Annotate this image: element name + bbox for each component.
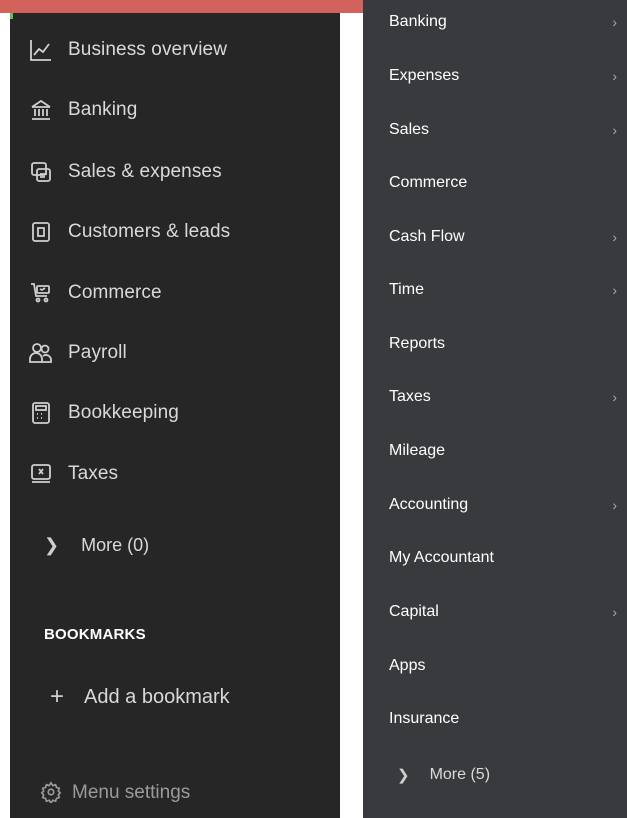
chevron-right-icon: › xyxy=(612,122,617,138)
chevron-right-icon: › xyxy=(612,68,617,84)
people-icon xyxy=(28,340,54,366)
menu-settings-button[interactable]: Menu settings xyxy=(40,778,190,808)
chevron-right-icon: › xyxy=(612,389,617,405)
contact-card-icon xyxy=(28,219,54,245)
sub-nav-label: Reports xyxy=(389,335,446,352)
sub-nav-label: Cash Flow xyxy=(389,228,465,245)
nav-item-sales-expenses[interactable]: Sales & expenses xyxy=(28,152,328,192)
sub-nav-item-insurance[interactable]: Insurance xyxy=(389,706,619,732)
sub-nav-label: Apps xyxy=(389,657,426,674)
tax-document-icon xyxy=(28,461,54,487)
sub-nav-label: Time xyxy=(389,281,424,298)
nav-item-label: Payroll xyxy=(68,342,127,363)
sub-nav-item-sales[interactable]: Sales › xyxy=(389,117,619,143)
sub-nav-item-taxes[interactable]: Taxes › xyxy=(389,384,619,410)
sub-nav-label: Commerce xyxy=(389,174,468,191)
shopping-cart-icon xyxy=(28,280,54,306)
gear-icon xyxy=(40,781,64,805)
sub-nav-item-reports[interactable]: Reports xyxy=(389,331,619,357)
nav-item-label: Bookkeeping xyxy=(68,402,179,423)
nav-item-customers-leads[interactable]: Customers & leads xyxy=(28,212,328,252)
chevron-right-icon: › xyxy=(612,604,617,620)
sub-nav-label: Sales xyxy=(389,121,430,138)
nav-item-payroll[interactable]: Payroll xyxy=(28,333,328,373)
sub-nav-more-button[interactable]: ❯ More (5) xyxy=(397,762,490,788)
chevron-right-icon: › xyxy=(612,229,617,245)
chevron-right-icon: › xyxy=(612,14,617,30)
sub-nav-label: Taxes xyxy=(389,388,431,405)
nav-item-banking[interactable]: Banking xyxy=(28,90,328,130)
nav-item-label: Commerce xyxy=(68,282,162,303)
sub-nav-item-mileage[interactable]: Mileage xyxy=(389,438,619,464)
bookmarks-heading: BOOKMARKS xyxy=(44,626,146,643)
nav-item-bookkeeping[interactable]: Bookkeeping xyxy=(28,393,328,433)
sub-nav-label: Mileage xyxy=(389,442,446,459)
sub-nav-item-my-accountant[interactable]: My Accountant xyxy=(389,545,619,571)
nav-item-taxes[interactable]: Taxes xyxy=(28,454,328,494)
sub-nav-item-banking[interactable]: Banking › xyxy=(389,9,619,35)
chevron-right-icon: › xyxy=(612,282,617,298)
chevron-right-icon: ❯ xyxy=(397,767,410,784)
sub-nav-item-apps[interactable]: Apps xyxy=(389,653,619,679)
plus-icon: + xyxy=(50,683,65,710)
chevron-right-icon: ❯ xyxy=(44,534,60,555)
nav-item-label: Banking xyxy=(68,99,138,120)
add-bookmark-label: Add a bookmark xyxy=(84,685,230,708)
nav-item-commerce[interactable]: Commerce xyxy=(28,273,328,313)
chevron-right-icon: › xyxy=(612,497,617,513)
sub-nav-item-commerce[interactable]: Commerce xyxy=(389,170,619,196)
more-button[interactable]: ❯ More (0) xyxy=(44,530,149,560)
bank-icon xyxy=(28,97,54,123)
sub-nav-item-cash-flow[interactable]: Cash Flow › xyxy=(389,224,619,250)
nav-item-label: Taxes xyxy=(68,463,119,484)
sub-nav-label: My Accountant xyxy=(389,549,494,566)
active-indicator xyxy=(10,13,13,19)
sub-nav-item-accounting[interactable]: Accounting › xyxy=(389,492,619,518)
nav-item-label: Business overview xyxy=(68,39,228,60)
add-bookmark-button[interactable]: + Add a bookmark xyxy=(50,682,230,712)
calculator-icon xyxy=(28,400,54,426)
more-label: More (0) xyxy=(81,534,150,555)
nav-item-label: Sales & expenses xyxy=(68,161,222,182)
sub-nav-item-time[interactable]: Time › xyxy=(389,277,619,303)
sub-nav-label: Accounting xyxy=(389,496,469,513)
sub-nav-item-capital[interactable]: Capital › xyxy=(389,599,619,625)
sub-nav-label: Expenses xyxy=(389,67,460,84)
chart-line-icon xyxy=(28,37,54,63)
receipt-icon xyxy=(28,159,54,185)
sub-nav-label: Capital xyxy=(389,603,439,620)
nav-item-business-overview[interactable]: Business overview xyxy=(28,30,328,70)
sub-nav-label: Banking xyxy=(389,13,447,30)
sub-nav-label: Insurance xyxy=(389,710,460,727)
sub-nav-item-expenses[interactable]: Expenses › xyxy=(389,63,619,89)
sub-nav-more-label: More (5) xyxy=(429,766,491,783)
menu-settings-label: Menu settings xyxy=(72,782,191,803)
nav-item-label: Customers & leads xyxy=(68,221,231,242)
